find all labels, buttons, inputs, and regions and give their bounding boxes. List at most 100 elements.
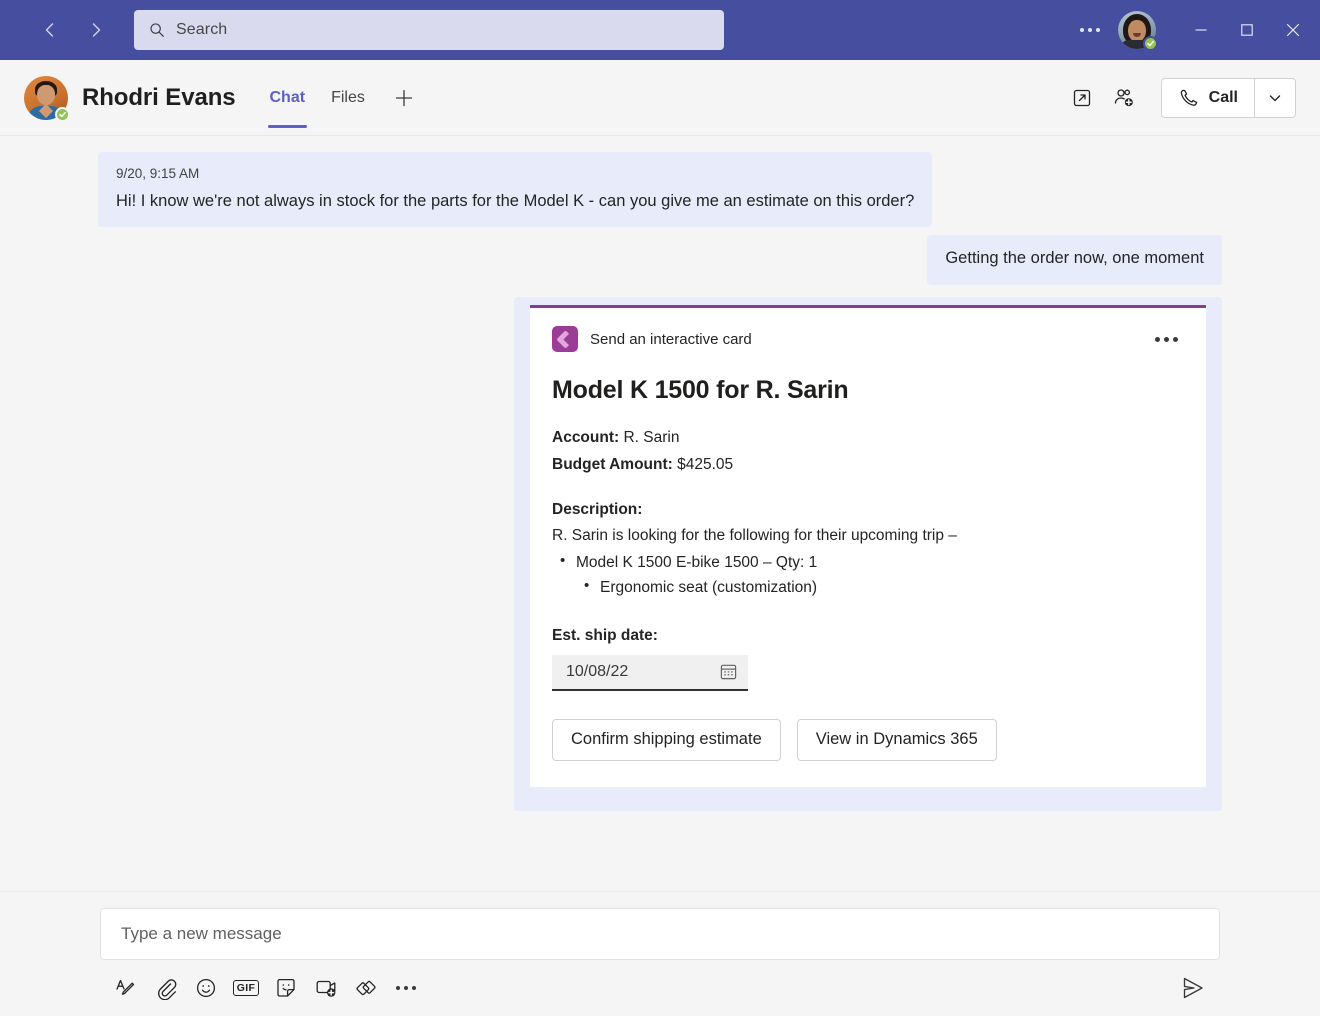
format-button[interactable] — [106, 968, 146, 1008]
view-in-dynamics-button[interactable]: View in Dynamics 365 — [796, 718, 997, 761]
message-bubble-outgoing[interactable]: Getting the order now, one moment — [927, 235, 1222, 286]
back-button[interactable] — [34, 14, 66, 46]
attach-icon — [158, 979, 177, 1000]
message-bubble-incoming[interactable]: 9/20, 9:15 AM Hi! I know we're not alway… — [98, 152, 933, 228]
loop-component-icon — [356, 980, 376, 996]
message-text: Getting the order now, one moment — [945, 249, 1204, 268]
pop-out-chat-button[interactable] — [1063, 79, 1101, 117]
message-input[interactable]: Type a new message — [100, 908, 1220, 960]
compose-area: Type a new message GIF — [0, 891, 1320, 1016]
search-icon — [150, 23, 164, 37]
contact-status-badge — [55, 106, 70, 122]
phone-icon — [1180, 89, 1197, 106]
chevron-down-icon — [1269, 94, 1281, 101]
call-options-button[interactable] — [1255, 79, 1295, 117]
meet-now-button[interactable] — [306, 968, 346, 1008]
adaptive-card-more-button[interactable] — [1149, 331, 1184, 348]
status-badge — [1143, 36, 1158, 51]
ship-date-input[interactable]: 10/08/22 — [552, 654, 748, 691]
send-icon — [1183, 977, 1203, 999]
tab-files-label: Files — [331, 88, 365, 106]
more-options-button[interactable] — [386, 968, 426, 1008]
tab-chat-label: Chat — [269, 88, 306, 106]
teams-window: Search Rhodri Evans Chat Files Call 9/20… — [0, 0, 1320, 1016]
minimize-icon — [1195, 29, 1207, 31]
ship-date-label: Est. ship date: — [552, 626, 658, 644]
gif-icon: GIF — [232, 979, 260, 997]
confirm-shipping-estimate-button[interactable]: Confirm shipping estimate — [552, 718, 781, 761]
title-bar: Search — [0, 0, 1320, 60]
tab-files[interactable]: Files — [323, 60, 373, 136]
chat-tabs: Chat Files — [262, 60, 421, 136]
close-button[interactable] — [1270, 0, 1316, 60]
adaptive-card: Send an interactive card Model K 1500 fo… — [530, 305, 1206, 787]
add-person-icon — [1114, 88, 1133, 106]
check-icon — [59, 111, 66, 117]
compose-toolbar: GIF — [100, 960, 1220, 1016]
field-account-value: R. Sarin — [623, 429, 680, 447]
field-account-label: Account: — [552, 429, 620, 447]
add-people-button[interactable] — [1105, 79, 1143, 117]
chat-header-actions: Call — [1063, 77, 1296, 118]
field-account: Account: R. Sarin — [552, 425, 1184, 452]
loop-component-button[interactable] — [346, 968, 386, 1008]
adaptive-card-container: Send an interactive card Model K 1500 fo… — [514, 297, 1222, 811]
call-button[interactable]: Call — [1162, 79, 1254, 117]
list-item: Ergonomic seat (customization) — [552, 574, 1184, 601]
adaptive-card-source-label: Send an interactive card — [590, 330, 752, 348]
chat-header: Rhodri Evans Chat Files Call — [0, 60, 1320, 136]
chevron-right-icon — [92, 23, 101, 37]
forward-button[interactable] — [80, 14, 112, 46]
power-automate-icon — [552, 326, 578, 353]
ellipsis-icon — [1080, 28, 1100, 32]
plus-icon — [395, 89, 412, 106]
meet-now-icon — [316, 980, 336, 997]
close-icon — [1286, 23, 1300, 37]
send-button[interactable] — [1172, 968, 1214, 1008]
ellipsis-icon — [396, 986, 400, 990]
maximize-button[interactable] — [1224, 0, 1270, 60]
message-list: 9/20, 9:15 AM Hi! I know we're not alway… — [0, 136, 1320, 891]
message-timestamp: 9/20, 9:15 AM — [116, 166, 200, 181]
message-input-placeholder: Type a new message — [121, 924, 282, 943]
chevron-left-icon — [45, 23, 54, 37]
search-input[interactable]: Search — [134, 10, 724, 50]
description-bullets: Model K 1500 E-bike 1500 – Qty: 1 Ergono… — [552, 549, 1184, 601]
format-icon — [116, 979, 135, 995]
check-icon — [1147, 40, 1154, 47]
list-item: Model K 1500 E-bike 1500 – Qty: 1 — [552, 549, 1184, 576]
add-tab-button[interactable] — [387, 81, 421, 115]
ship-date-value: 10/08/22 — [566, 662, 629, 680]
attach-file-button[interactable] — [146, 968, 186, 1008]
search-placeholder: Search — [176, 21, 228, 38]
tab-chat[interactable]: Chat — [262, 60, 314, 136]
avatar[interactable] — [1118, 11, 1158, 51]
message-row-outgoing: Getting the order now, one moment — [98, 235, 1222, 286]
page-title: Rhodri Evans — [82, 83, 236, 111]
settings-more-button[interactable] — [1070, 10, 1110, 50]
contact-avatar[interactable] — [24, 75, 70, 122]
adaptive-card-fields: Account: R. Sarin Budget Amount: $425.05 — [552, 425, 1184, 478]
maximize-icon — [1241, 24, 1253, 36]
calendar-icon — [720, 665, 737, 680]
minimize-button[interactable] — [1178, 0, 1224, 60]
adaptive-card-row: Send an interactive card Model K 1500 fo… — [98, 297, 1222, 811]
navigation-arrows — [34, 14, 112, 46]
adaptive-card-actions: Confirm shipping estimate View in Dynami… — [552, 718, 1184, 761]
call-button-label: Call — [1208, 88, 1238, 106]
field-budget: Budget Amount: $425.05 — [552, 452, 1184, 479]
sticker-icon — [277, 978, 295, 997]
message-text: Hi! I know we're not always in stock for… — [116, 191, 915, 210]
emoji-button[interactable] — [186, 968, 226, 1008]
open-in-new-window-icon — [1073, 89, 1090, 106]
field-budget-value: $425.05 — [677, 456, 734, 474]
emoji-icon — [196, 978, 216, 998]
field-budget-label: Budget Amount: — [552, 456, 673, 474]
description-text: R. Sarin is looking for the following fo… — [552, 526, 957, 544]
description-label: Description: — [552, 500, 643, 518]
adaptive-card-title: Model K 1500 for R. Sarin — [552, 376, 849, 405]
gif-button[interactable]: GIF — [226, 968, 266, 1008]
sticker-button[interactable] — [266, 968, 306, 1008]
call-button-group: Call — [1160, 77, 1296, 118]
adaptive-card-header: Send an interactive card — [552, 326, 1184, 353]
